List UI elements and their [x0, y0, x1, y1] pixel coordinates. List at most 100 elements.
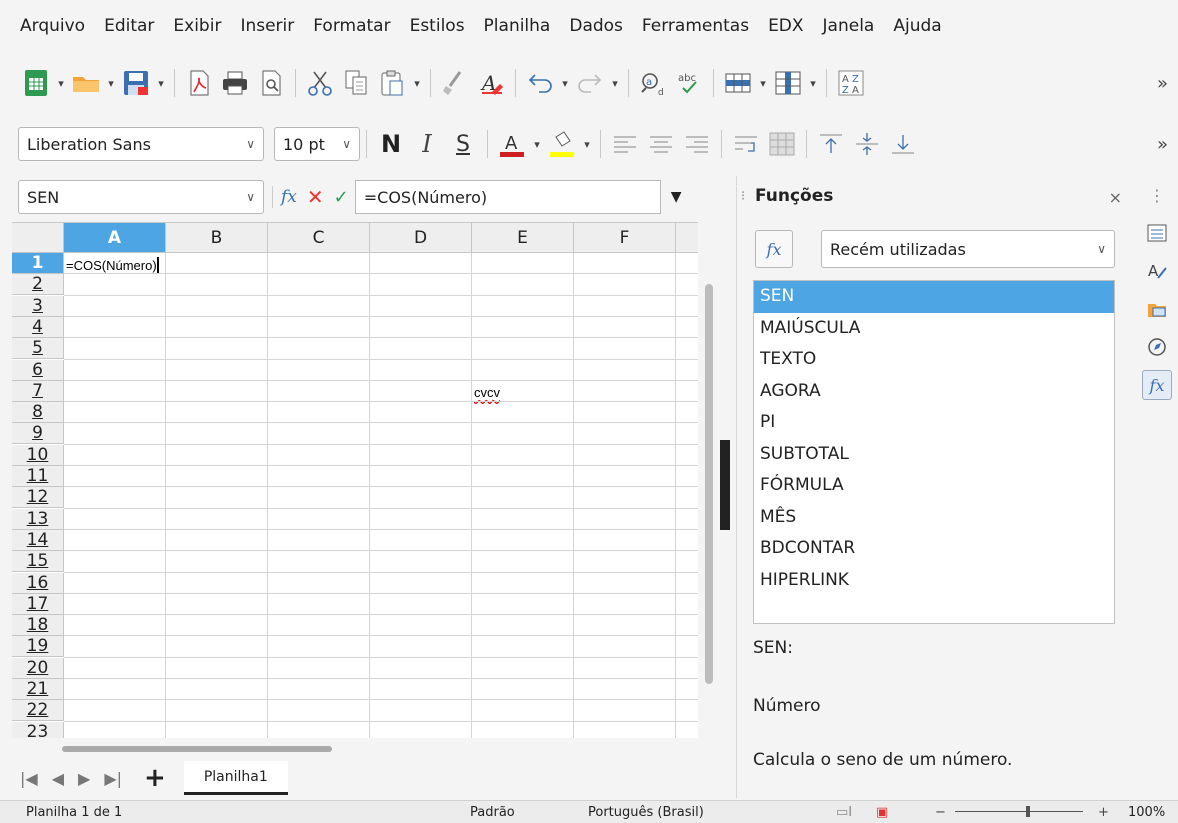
first-sheet-icon[interactable]: |◀ — [20, 769, 38, 788]
row-header-12[interactable]: 12 — [12, 487, 64, 509]
function-item-subtotal[interactable]: SUBTOTAL — [754, 439, 1114, 471]
add-sheet-button[interactable]: + — [144, 763, 166, 793]
function-item-formula[interactable]: FÓRMULA — [754, 470, 1114, 502]
column-header-g[interactable] — [676, 223, 698, 253]
row-header-9[interactable]: 9 — [12, 423, 64, 445]
function-item-maiuscula[interactable]: MAIÚSCULA — [754, 313, 1114, 345]
menu-ajuda[interactable]: Ajuda — [893, 16, 941, 36]
vertical-scroll-thumb[interactable] — [705, 284, 713, 684]
navigator-icon[interactable] — [1142, 332, 1172, 362]
column-dropdown-icon[interactable]: ▾ — [806, 68, 820, 98]
function-item-mes[interactable]: MÊS — [754, 502, 1114, 534]
align-bottom-icon[interactable] — [885, 126, 921, 162]
row-header-20[interactable]: 20 — [12, 657, 64, 679]
column-header-f[interactable]: F — [574, 223, 676, 253]
page-style[interactable]: Padrão — [470, 805, 515, 820]
zoom-out-icon[interactable]: − — [935, 805, 946, 820]
row-header-14[interactable]: 14 — [12, 529, 64, 551]
row-header-6[interactable]: 6 — [12, 359, 64, 381]
toolbar-overflow-button[interactable]: » — [1157, 73, 1168, 94]
paste-icon[interactable] — [374, 65, 410, 101]
sheet-tab-planilha1[interactable]: Planilha1 — [183, 761, 288, 795]
center-vertically-icon[interactable] — [849, 126, 885, 162]
next-sheet-icon[interactable]: ▶ — [78, 769, 90, 788]
row-header-2[interactable]: 2 — [12, 274, 64, 296]
styles-icon[interactable]: A — [1142, 256, 1172, 286]
horizontal-scroll-thumb[interactable] — [62, 746, 332, 752]
row-header-7[interactable]: 7 — [12, 380, 64, 402]
merge-cells-icon[interactable] — [764, 126, 800, 162]
font-size-combo[interactable]: 10 pt ∨ — [274, 127, 360, 161]
column-header-b[interactable]: B — [166, 223, 268, 253]
row-icon[interactable] — [720, 65, 756, 101]
row-header-11[interactable]: 11 — [12, 466, 64, 487]
print-icon[interactable] — [217, 65, 253, 101]
italic-button[interactable]: I — [409, 126, 445, 162]
underline-button[interactable]: S — [445, 126, 481, 162]
wrap-text-icon[interactable] — [728, 126, 764, 162]
menu-estilos[interactable]: Estilos — [410, 16, 465, 36]
align-top-icon[interactable] — [813, 126, 849, 162]
cut-icon[interactable] — [302, 65, 338, 101]
row-header-1[interactable]: 1 — [12, 253, 64, 274]
row-header-23[interactable]: 23 — [12, 721, 64, 738]
name-box[interactable]: SEN ∨ — [18, 180, 264, 214]
menu-editar[interactable]: Editar — [104, 16, 154, 36]
functions-tab-icon[interactable]: fx — [1142, 370, 1172, 400]
close-icon[interactable]: × — [1109, 188, 1122, 207]
previous-sheet-icon[interactable]: ◀ — [52, 769, 64, 788]
row-header-15[interactable]: 15 — [12, 551, 64, 573]
function-item-pi[interactable]: PI — [754, 407, 1114, 439]
open-folder-icon[interactable] — [68, 65, 104, 101]
undo-dropdown-icon[interactable]: ▾ — [558, 68, 572, 98]
function-item-bdcontar[interactable]: BDCONTAR — [754, 533, 1114, 565]
open-dropdown-icon[interactable]: ▾ — [104, 68, 118, 98]
font-name-combo[interactable]: Liberation Sans ∨ — [18, 127, 264, 161]
background-color-dropdown-icon[interactable]: ▾ — [580, 129, 594, 159]
sidebar-collapse-handle[interactable] — [720, 440, 730, 530]
background-color-icon[interactable] — [544, 126, 580, 162]
gallery-icon[interactable] — [1142, 294, 1172, 324]
row-header-3[interactable]: 3 — [12, 295, 64, 317]
menu-planilha[interactable]: Planilha — [484, 16, 551, 36]
spreadsheet-grid[interactable]: A B C D E F =COS(Número) cvcv 1234567891… — [12, 222, 698, 738]
insert-function-button[interactable]: fx — [755, 230, 793, 268]
function-item-sen[interactable]: SEN — [754, 281, 1114, 313]
menu-janela[interactable]: Janela — [823, 16, 875, 36]
undo-icon[interactable] — [522, 65, 558, 101]
redo-icon[interactable] — [572, 65, 608, 101]
column-icon[interactable] — [770, 65, 806, 101]
align-right-icon[interactable] — [679, 126, 715, 162]
toolbar-overflow-button[interactable]: » — [1157, 134, 1168, 155]
clear-formatting-icon[interactable]: A — [473, 65, 509, 101]
font-color-icon[interactable]: A — [494, 126, 530, 162]
function-item-agora[interactable]: AGORA — [754, 376, 1114, 408]
zoom-in-icon[interactable]: + — [1098, 805, 1109, 820]
column-header-d[interactable]: D — [370, 223, 472, 253]
category-combo[interactable]: Recém utilizadas ∨ — [821, 230, 1115, 268]
menu-exibir[interactable]: Exibir — [173, 16, 221, 36]
zoom-level[interactable]: 100% — [1128, 805, 1165, 820]
row-header-13[interactable]: 13 — [12, 508, 64, 530]
menu-ferramentas[interactable]: Ferramentas — [642, 16, 749, 36]
last-sheet-icon[interactable]: ▶| — [104, 769, 122, 788]
selection-mode-icon[interactable]: ▭I — [836, 805, 852, 820]
save-dropdown-icon[interactable]: ▾ — [154, 68, 168, 98]
function-wizard-icon[interactable]: fx — [281, 187, 297, 207]
cell-e7[interactable]: cvcv — [474, 385, 500, 400]
align-center-icon[interactable] — [643, 126, 679, 162]
bold-button[interactable]: N — [373, 126, 409, 162]
select-all-corner[interactable] — [12, 223, 64, 253]
vertical-scrollbar[interactable] — [700, 222, 718, 738]
save-icon[interactable] — [118, 65, 154, 101]
redo-dropdown-icon[interactable]: ▾ — [608, 68, 622, 98]
copy-icon[interactable] — [338, 65, 374, 101]
column-header-c[interactable]: C — [268, 223, 370, 253]
row-header-22[interactable]: 22 — [12, 700, 64, 722]
sort-ascending-icon[interactable]: AZZA — [833, 65, 869, 101]
formula-input[interactable]: =COS(Número) — [354, 180, 661, 214]
function-item-hiperlink[interactable]: HIPERLINK — [754, 565, 1114, 597]
row-header-10[interactable]: 10 — [12, 444, 64, 466]
accept-icon[interactable]: ✓ — [334, 187, 349, 208]
zoom-slider[interactable] — [955, 811, 1083, 812]
